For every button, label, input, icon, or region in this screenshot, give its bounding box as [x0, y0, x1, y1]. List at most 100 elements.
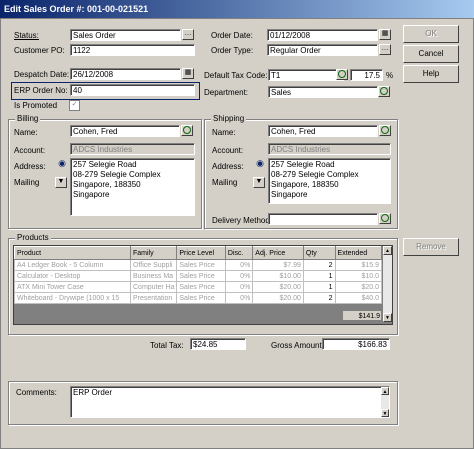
scroll-up-icon[interactable]: ▲ — [381, 387, 389, 395]
calendar-icon[interactable]: ▦ — [379, 29, 391, 40]
address-line: 257 Selegie Road — [271, 160, 335, 169]
product-cell: Calculator - Desktop — [14, 270, 131, 282]
comments-scrollbar[interactable]: ▲ ▼ — [381, 387, 389, 417]
address-line: 08-279 Selegie Complex — [73, 170, 161, 179]
price-level-cell: Sales Price — [176, 259, 226, 271]
address-line: Singapore, 188350 — [271, 180, 339, 189]
billing-mailing-label: Mailing — [14, 178, 40, 187]
search-icon[interactable] — [181, 125, 193, 136]
search-icon[interactable] — [336, 69, 348, 80]
adj-price-cell: $10.00 — [252, 270, 304, 282]
table-row[interactable]: Whiteboard - Drywipe (1000 x 15 Presenta… — [14, 292, 383, 304]
shipping-account-label: Account: — [212, 146, 244, 155]
qty-cell[interactable]: 2 — [302, 292, 336, 304]
shipping-address-field[interactable]: 257 Selegie Road 08-279 Selegie Complex … — [268, 158, 391, 204]
order-date-label: Order Date: — [211, 31, 253, 40]
qty-cell[interactable]: 1 — [302, 281, 336, 293]
search-icon[interactable] — [379, 213, 391, 224]
shipping-name-label: Name: — [212, 128, 236, 137]
disc-cell: 0% — [224, 292, 254, 304]
family-cell: Business Ma — [129, 270, 178, 282]
status-field[interactable]: Sales Order — [70, 29, 181, 41]
order-date-field[interactable]: 01/12/2008 — [267, 29, 378, 41]
extended-cell: $10.0 — [334, 270, 383, 282]
address-line: Singapore — [271, 190, 308, 199]
tax-code-field[interactable]: T1 — [268, 69, 344, 81]
table-row[interactable]: Calculator - Desktop Business Ma Sales P… — [14, 270, 383, 282]
family-cell: Office Suppli — [129, 259, 178, 271]
column-header-product[interactable]: Product — [14, 246, 131, 260]
is-promoted-checkbox[interactable]: ✓ — [69, 100, 80, 111]
billing-title: Billing — [15, 114, 41, 123]
tax-rate-field[interactable]: 17.5 — [350, 69, 383, 81]
price-level-cell: Sales Price — [176, 292, 226, 304]
department-field[interactable]: Sales — [268, 86, 378, 98]
globe-icon[interactable]: ◉ — [56, 159, 68, 170]
adj-price-cell: $20.00 — [252, 292, 304, 304]
help-button[interactable]: Help — [403, 65, 459, 83]
order-type-label: Order Type: — [211, 46, 254, 55]
scroll-down-icon[interactable]: ▼ — [381, 409, 389, 417]
scroll-down-icon[interactable]: ▼ — [383, 313, 392, 322]
delivery-method-field[interactable] — [268, 213, 378, 225]
table-row[interactable]: A4 Ledger Book - 5 Column Office Suppli … — [14, 259, 383, 271]
gross-amount-label: Gross Amount: — [271, 341, 324, 350]
comments-label: Comments: — [16, 388, 57, 397]
shipping-title: Shipping — [211, 114, 247, 123]
globe-icon[interactable]: ◉ — [254, 159, 266, 170]
price-level-cell: Sales Price — [176, 281, 226, 293]
table-row[interactable]: ATX Mini Tower Case Computer Ha Sales Pr… — [14, 281, 383, 293]
order-type-lookup-button[interactable]: … — [379, 44, 391, 55]
erp-order-field[interactable]: 40 — [70, 84, 195, 96]
products-title: Products — [15, 233, 51, 242]
billing-address-label: Address: — [14, 162, 46, 171]
despatch-date-label: Despatch Date: — [14, 70, 70, 79]
billing-name-field[interactable]: Cohen, Fred — [70, 125, 180, 137]
column-header-price-level[interactable]: Price Level — [176, 246, 226, 260]
billing-account-label: Account: — [14, 146, 46, 155]
chevron-down-icon[interactable]: ▼ — [55, 177, 67, 188]
column-header-family[interactable]: Family — [129, 246, 178, 260]
comments-text: ERP Order — [73, 388, 112, 397]
price-level-cell: Sales Price — [176, 270, 226, 282]
cancel-button[interactable]: Cancel — [403, 45, 459, 63]
order-type-field[interactable]: Regular Order — [267, 44, 378, 56]
billing-name-label: Name: — [14, 128, 38, 137]
scroll-up-icon[interactable]: ▲ — [383, 246, 392, 255]
is-promoted-label: Is Promoted — [14, 101, 58, 110]
adj-price-cell: $20.00 — [252, 281, 304, 293]
erp-order-label: ERP Order No: — [14, 86, 68, 95]
products-grid[interactable]: Product Family Price Level Disc. Adj. Pr… — [13, 245, 393, 325]
remove-button[interactable]: Remove — [403, 238, 459, 256]
customer-po-label: Customer PO: — [14, 46, 65, 55]
qty-cell[interactable]: 1 — [302, 270, 336, 282]
column-header-qty[interactable]: Qty — [302, 246, 336, 260]
adj-price-cell: $7.99 — [252, 259, 304, 271]
search-icon[interactable] — [379, 125, 391, 136]
default-tax-label: Default Tax Code: — [204, 71, 268, 80]
extended-cell: $20.0 — [334, 281, 383, 293]
customer-po-field[interactable]: 1122 — [70, 44, 195, 56]
status-lookup-button[interactable]: … — [182, 29, 194, 40]
grid-vertical-scrollbar[interactable]: ▲ ▼ — [383, 246, 392, 322]
despatch-date-field[interactable]: 26/12/2008 — [70, 68, 181, 80]
gross-amount-field: $166.83 — [322, 338, 390, 350]
comments-field[interactable]: ERP Order — [70, 386, 390, 418]
product-cell: Whiteboard - Drywipe (1000 x 15 — [14, 292, 131, 304]
search-icon[interactable] — [378, 86, 390, 97]
address-line: Singapore — [73, 190, 110, 199]
total-tax-label: Total Tax: — [150, 341, 184, 350]
shipping-address-label: Address: — [212, 162, 244, 171]
extended-cell: $40.0 — [334, 292, 383, 304]
shipping-name-field[interactable]: Cohen, Fred — [268, 125, 378, 137]
billing-address-field[interactable]: 257 Selegie Road 08-279 Selegie Complex … — [70, 158, 195, 216]
family-cell: Presentation — [129, 292, 178, 304]
column-header-disc[interactable]: Disc. — [224, 246, 254, 260]
calendar-icon[interactable]: ▦ — [182, 68, 194, 79]
column-header-adj-price[interactable]: Adj. Price — [252, 246, 304, 260]
qty-cell[interactable]: 2 — [302, 259, 336, 271]
ok-button[interactable]: OK — [403, 25, 459, 43]
address-line: 08-279 Selegie Complex — [271, 170, 359, 179]
column-header-extended[interactable]: Extended — [334, 246, 383, 260]
chevron-down-icon[interactable]: ▼ — [253, 177, 265, 188]
